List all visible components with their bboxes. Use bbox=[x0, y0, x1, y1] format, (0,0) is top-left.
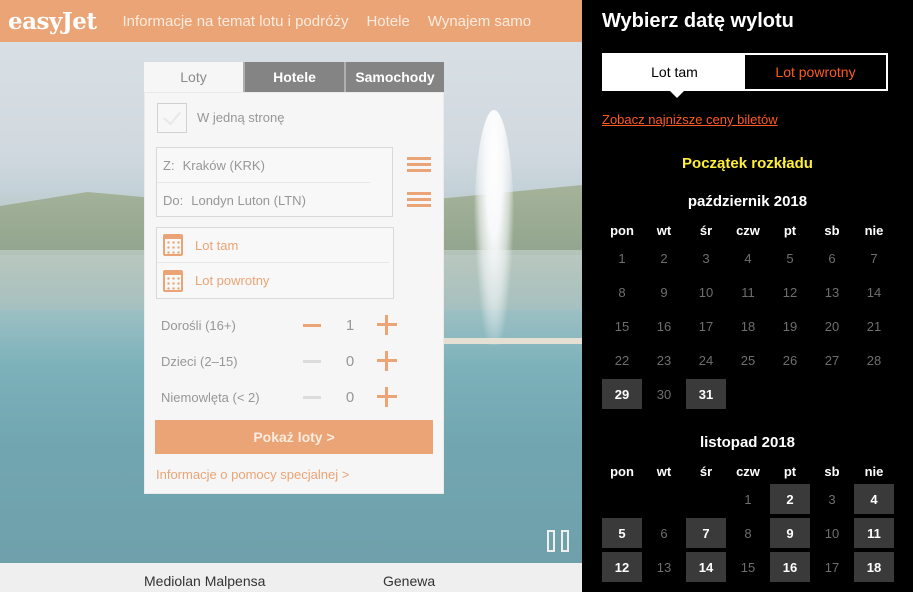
calendar-day-available[interactable]: 12 bbox=[602, 552, 642, 582]
calendar-day: 12 bbox=[782, 284, 798, 300]
weekday-header: pon bbox=[610, 464, 634, 479]
bottom-destinations-bar: Mediolan Malpensa Genewa bbox=[0, 563, 582, 592]
destination-milan[interactable]: Mediolan Malpensa bbox=[144, 573, 265, 589]
calendar-day: 15 bbox=[740, 559, 756, 575]
calendar-day: 2 bbox=[660, 250, 668, 266]
calendar-day: 8 bbox=[618, 284, 626, 300]
calendar-day: 17 bbox=[824, 559, 840, 575]
calendar-day-available[interactable]: 7 bbox=[686, 518, 726, 548]
calendar-day: 21 bbox=[866, 318, 882, 334]
calendar-day-available[interactable]: 16 bbox=[770, 552, 810, 582]
weekday-header: wt bbox=[656, 223, 672, 238]
weekday-header: sb bbox=[824, 223, 840, 238]
calendar-day-available[interactable]: 29 bbox=[602, 379, 642, 409]
calendar-day: 13 bbox=[656, 559, 672, 575]
weekday-header: nie bbox=[864, 223, 884, 238]
calendar-day: 8 bbox=[744, 525, 752, 541]
weekday-header: pon bbox=[610, 223, 634, 238]
calendar-day: 25 bbox=[740, 352, 756, 368]
datepicker-panel: Wybierz datę wylotu Lot tam Lot powrotny… bbox=[582, 0, 913, 592]
calendar-day: 5 bbox=[786, 250, 794, 266]
weekday-header: śr bbox=[699, 223, 713, 238]
calendar-day: 26 bbox=[782, 352, 798, 368]
calendar-day-available[interactable]: 11 bbox=[854, 518, 894, 548]
calendar-day-available[interactable]: 18 bbox=[854, 552, 894, 582]
calendar-day: 7 bbox=[870, 250, 878, 266]
weekday-header: czw bbox=[736, 464, 760, 479]
calendar-day: 15 bbox=[614, 318, 630, 334]
calendar-day: 24 bbox=[698, 352, 714, 368]
weekday-header: pt bbox=[783, 223, 797, 238]
calendar-day-available[interactable]: 31 bbox=[686, 379, 726, 409]
tab-outbound[interactable]: Lot tam bbox=[604, 55, 745, 98]
calendar-day: 19 bbox=[782, 318, 798, 334]
calendar-day: 22 bbox=[614, 352, 630, 368]
weekday-header: sb bbox=[824, 464, 840, 479]
schedule-start-label: Początek rozkładu bbox=[682, 155, 813, 172]
calendar-day: 18 bbox=[740, 318, 756, 334]
month-title: październik 2018 bbox=[687, 193, 808, 210]
calendar-day: 1 bbox=[744, 491, 752, 507]
datepicker-tabs: Lot tam Lot powrotny bbox=[602, 53, 888, 98]
calendar-day: 28 bbox=[866, 352, 882, 368]
destination-geneva[interactable]: Genewa bbox=[383, 573, 435, 589]
overlay-dim bbox=[0, 0, 582, 592]
calendar-day-available[interactable]: 9 bbox=[770, 518, 810, 548]
weekday-header: wt bbox=[656, 464, 672, 479]
calendar-day-available[interactable]: 4 bbox=[854, 484, 894, 514]
weekday-header: śr bbox=[699, 464, 713, 479]
weekday-header: nie bbox=[864, 464, 884, 479]
weekday-header: pt bbox=[783, 464, 797, 479]
tab-return[interactable]: Lot powrotny bbox=[745, 55, 886, 89]
calendar-day: 6 bbox=[828, 250, 836, 266]
calendar-day: 10 bbox=[824, 525, 840, 541]
calendar-day: 10 bbox=[698, 284, 714, 300]
calendar-day: 30 bbox=[656, 386, 672, 402]
calendar-day: 1 bbox=[618, 250, 626, 266]
calendar-day: 3 bbox=[828, 491, 836, 507]
calendar-day-available[interactable]: 14 bbox=[686, 552, 726, 582]
calendar-day: 11 bbox=[741, 284, 755, 300]
calendar-day: 17 bbox=[698, 318, 714, 334]
weekday-header: czw bbox=[736, 223, 760, 238]
lowest-prices-link[interactable]: Zobacz najniższe ceny biletów bbox=[602, 112, 778, 127]
calendar-day: 6 bbox=[660, 525, 668, 541]
calendar-day: 16 bbox=[656, 318, 672, 334]
calendar-day-available[interactable]: 2 bbox=[770, 484, 810, 514]
calendar-day: 4 bbox=[744, 250, 752, 266]
calendar-day: 14 bbox=[866, 284, 882, 300]
calendar-day: 13 bbox=[824, 284, 840, 300]
month-title: listopad 2018 bbox=[699, 434, 796, 451]
calendar-day: 20 bbox=[824, 318, 840, 334]
calendar-day: 3 bbox=[702, 250, 710, 266]
easyjet-page: easyJet Informacje na temat lotu i podró… bbox=[0, 0, 582, 592]
datepicker-title: Wybierz datę wylotu bbox=[602, 10, 794, 32]
calendar-day: 23 bbox=[656, 352, 672, 368]
calendar-day-available[interactable]: 5 bbox=[602, 518, 642, 548]
calendar-day: 9 bbox=[660, 284, 668, 300]
calendar-day: 27 bbox=[824, 352, 840, 368]
